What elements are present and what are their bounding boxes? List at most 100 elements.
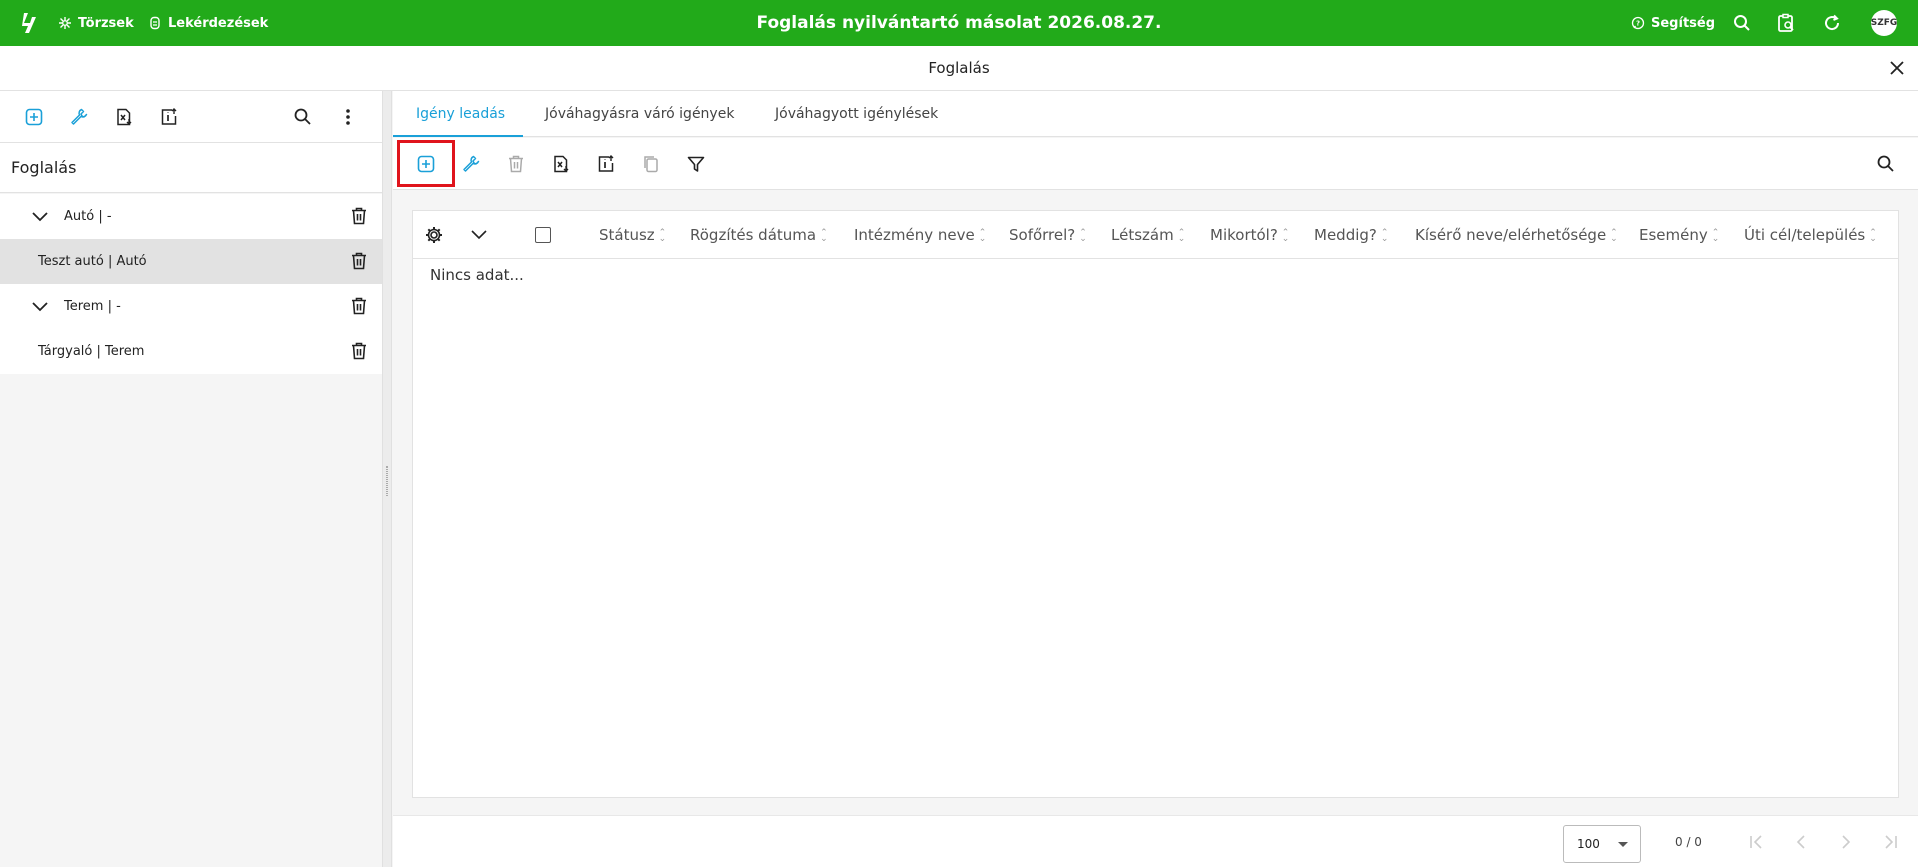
tree-group-terem[interactable]: Terem | -: [0, 284, 382, 329]
chevron-down-icon: [471, 230, 487, 240]
empty-message: Nincs adat...: [430, 266, 524, 284]
previous-page-icon[interactable]: [1791, 832, 1811, 852]
clipboard-search-button[interactable]: [1774, 11, 1798, 35]
tree-item-targyalo[interactable]: Tárgyaló | Terem: [0, 329, 382, 374]
trash-icon[interactable]: [349, 341, 369, 361]
column-label: Meddig?: [1314, 226, 1377, 244]
excel-export-button[interactable]: [547, 150, 575, 178]
refresh-icon: [1825, 14, 1840, 31]
copy-button[interactable]: [637, 150, 665, 178]
svg-text:?: ?: [1636, 20, 1640, 28]
add-button[interactable]: [20, 103, 48, 131]
tab-igeny-leadas[interactable]: Igény leadás: [416, 91, 505, 137]
column-header-rogzites-datuma[interactable]: Rögzítés dátuma ⌃ ⌄: [690, 211, 828, 259]
panel-splitter[interactable]: [382, 91, 392, 867]
column-label: Sofőrrel?: [1009, 226, 1076, 244]
search-icon: [294, 108, 311, 125]
left-panel: Foglalás Autó | - Teszt autó | Autó Tere…: [0, 91, 382, 867]
column-label: Rögzítés dátuma: [690, 226, 817, 244]
column-label: Intézmény neve: [854, 226, 975, 244]
tree-item-teszt-auto[interactable]: Teszt autó | Autó: [0, 239, 382, 284]
column-header-soforrel[interactable]: Sofőrrel? ⌃ ⌄: [1009, 211, 1087, 259]
grid-toolbar: [393, 138, 1918, 190]
grid-search-button[interactable]: [1872, 150, 1900, 178]
column-header-intezmeny-neve[interactable]: Intézmény neve ⌃ ⌄: [854, 211, 986, 259]
wrench-icon: [71, 108, 88, 125]
info-export-icon: [598, 155, 614, 172]
sort-icon: ⌃ ⌄: [658, 227, 667, 244]
column-header-statusz[interactable]: Státusz ⌃ ⌄: [599, 211, 666, 259]
left-search-button[interactable]: [289, 103, 317, 131]
edit-request-button[interactable]: [457, 150, 485, 178]
column-header-meddig[interactable]: Meddig? ⌃ ⌄: [1314, 211, 1388, 259]
dropdown-arrow-icon: [1618, 842, 1628, 847]
splitter-grip[interactable]: [386, 466, 388, 496]
tree-item-label: Teszt autó | Autó: [38, 254, 147, 269]
search-icon: [1734, 15, 1750, 31]
sort-icon: ⌃ ⌄: [1711, 227, 1720, 244]
tab-bar: Igény leadás Jóváhagyásra váró igények J…: [393, 91, 1918, 137]
nav-torzsek[interactable]: Törzsek: [58, 0, 134, 46]
add-icon: [417, 155, 435, 173]
trash-icon[interactable]: [349, 296, 369, 316]
page-size-value: 100: [1577, 837, 1600, 851]
chevron-down-icon[interactable]: [30, 207, 50, 227]
column-header-letszam[interactable]: Létszám ⌃ ⌄: [1111, 211, 1185, 259]
column-header-esemeny[interactable]: Esemény ⌃ ⌄: [1639, 211, 1719, 259]
column-label: Státusz: [599, 226, 655, 244]
expand-all-button[interactable]: [465, 221, 493, 249]
column-header-mikortol[interactable]: Mikortól? ⌃ ⌄: [1210, 211, 1289, 259]
help-button[interactable]: ? Segítség: [1631, 0, 1715, 46]
excel-export-button[interactable]: [110, 103, 138, 131]
nav-label: Törzsek: [78, 15, 134, 31]
user-avatar[interactable]: SZFG: [1871, 10, 1897, 36]
tree-item-label: Tárgyaló | Terem: [38, 344, 145, 359]
sparkle-icon: [59, 17, 71, 29]
refresh-button[interactable]: [1820, 11, 1844, 35]
active-tab-indicator: [393, 135, 523, 137]
more-options-button[interactable]: [334, 103, 362, 131]
next-page-icon[interactable]: [1836, 832, 1856, 852]
search-icon: [1877, 155, 1894, 172]
page-size-select[interactable]: 100: [1563, 825, 1641, 863]
delete-request-button[interactable]: [502, 150, 530, 178]
right-panel: Igény leadás Jóváhagyásra váró igények J…: [393, 91, 1918, 867]
trash-icon[interactable]: [349, 206, 369, 226]
global-search-button[interactable]: [1730, 11, 1754, 35]
trash-icon: [509, 155, 523, 173]
pager: 100 0 / 0: [393, 815, 1918, 867]
chevron-down-icon[interactable]: [30, 297, 50, 317]
copy-icon: [644, 156, 658, 173]
column-header-uti-cel[interactable]: Úti cél/település ⌃ ⌄: [1744, 211, 1877, 259]
column-settings-button[interactable]: [420, 221, 448, 249]
nav-lekerdezesek[interactable]: Lekérdezések: [148, 0, 268, 46]
info-export-button[interactable]: [155, 103, 183, 131]
last-page-icon[interactable]: [1881, 832, 1901, 852]
add-request-button[interactable]: [412, 150, 440, 178]
column-header-kisero[interactable]: Kísérő neve/elérhetősége ⌃ ⌄: [1415, 211, 1618, 259]
more-vertical-icon: [346, 109, 350, 125]
nav-label: Lekérdezések: [168, 15, 269, 31]
trash-icon[interactable]: [349, 251, 369, 271]
sort-icon: ⌃ ⌄: [978, 227, 987, 244]
left-toolbar: [0, 91, 382, 143]
info-export-button[interactable]: [592, 150, 620, 178]
sort-icon: ⌃ ⌄: [820, 227, 828, 244]
wrench-icon: [463, 155, 480, 172]
tree-item-label: Terem | -: [64, 299, 121, 314]
tree-group-auto[interactable]: Autó | -: [0, 194, 382, 239]
info-export-icon: [161, 108, 177, 125]
app-logo-icon[interactable]: [18, 11, 40, 35]
close-icon[interactable]: [1887, 58, 1907, 78]
edit-button[interactable]: [65, 103, 93, 131]
tab-jovahagyasra-varo[interactable]: Jóváhagyásra váró igények: [545, 91, 734, 137]
filter-icon: [687, 156, 705, 172]
grid-header: Státusz ⌃ ⌄ Rögzítés dátuma ⌃ ⌄ Intézmény ne…: [413, 211, 1898, 259]
tab-jovahagyott[interactable]: Jóváhagyott igénylések: [775, 91, 938, 137]
excel-export-icon: [117, 108, 132, 126]
first-page-icon[interactable]: [1746, 832, 1766, 852]
left-panel-title: Foglalás: [0, 143, 382, 193]
select-all-checkbox[interactable]: [535, 227, 551, 243]
filter-button[interactable]: [682, 150, 710, 178]
data-grid: Státusz ⌃ ⌄ Rögzítés dátuma ⌃ ⌄ Intézmény ne…: [412, 210, 1899, 798]
